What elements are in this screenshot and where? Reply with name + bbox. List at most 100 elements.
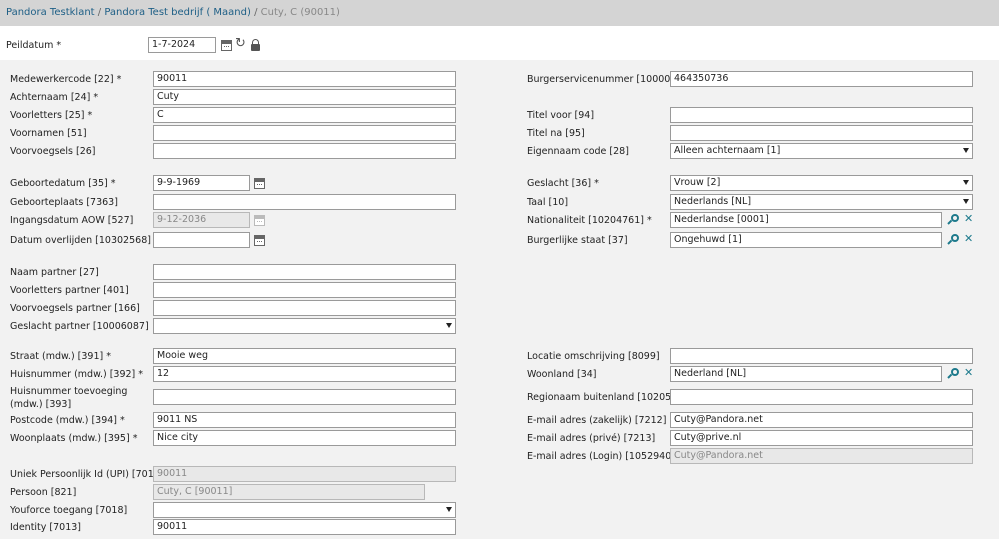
huisnummer-toevoeging-label: Huisnummer toevoeging (mdw.) [393] bbox=[10, 386, 128, 410]
search-icon[interactable] bbox=[947, 214, 959, 226]
straat-label: Straat (mdw.) [391] * bbox=[10, 351, 111, 362]
lock-icon[interactable] bbox=[251, 39, 260, 51]
email-prive-label: E-mail adres (privé) [7213] bbox=[527, 433, 656, 444]
upi-input: 90011 bbox=[153, 466, 456, 482]
eigennaam-code-label: Eigennaam code [28] bbox=[527, 146, 629, 157]
ingangsdatum-aow-label: Ingangsdatum AOW [527] bbox=[10, 215, 134, 226]
geslacht-label: Geslacht [36] * bbox=[527, 178, 599, 189]
breadcrumb-link-client[interactable]: Pandora Testklant bbox=[6, 7, 95, 18]
voorvoegsels-input[interactable] bbox=[153, 143, 456, 159]
persoon-label: Persoon [821] bbox=[10, 487, 77, 498]
calendar-icon[interactable] bbox=[254, 235, 265, 246]
breadcrumb-separator: / bbox=[94, 7, 105, 18]
eigennaam-code-select[interactable]: Alleen achternaam [1] bbox=[670, 143, 973, 159]
upi-label: Uniek Persoonlijk Id (UPI) [7014] bbox=[10, 469, 164, 480]
voorvoegsels-partner-input[interactable] bbox=[153, 300, 456, 316]
geboortedatum-label: Geboortedatum [35] * bbox=[10, 178, 116, 189]
breadcrumb: Pandora Testklant / Pandora Test bedrijf… bbox=[0, 0, 999, 26]
regionaam-buitenland-input[interactable] bbox=[670, 389, 973, 405]
postcode-label: Postcode (mdw.) [394] * bbox=[10, 415, 125, 426]
calendar-icon bbox=[254, 215, 265, 226]
email-zakelijk-label: E-mail adres (zakelijk) [7212] bbox=[527, 415, 667, 426]
email-prive-input[interactable]: Cuty@prive.nl bbox=[670, 430, 973, 446]
taal-select[interactable]: Nederlands [NL] bbox=[670, 194, 973, 210]
voorvoegsels-partner-label: Voorvoegsels partner [166] bbox=[10, 303, 140, 314]
voorletters-label: Voorletters [25] * bbox=[10, 110, 93, 121]
regionaam-buitenland-label: Regionaam buitenland [10205283] bbox=[527, 392, 694, 403]
voorletters-partner-label: Voorletters partner [401] bbox=[10, 285, 129, 296]
geslacht-partner-label: Geslacht partner [10006087] bbox=[10, 321, 149, 332]
huisnummer-toevoeging-input[interactable] bbox=[153, 389, 456, 405]
breadcrumb-separator: / bbox=[250, 7, 261, 18]
taal-value: Nederlands [NL] bbox=[674, 196, 752, 207]
achternaam-input[interactable]: Cuty bbox=[153, 89, 456, 105]
titel-na-input[interactable] bbox=[670, 125, 973, 141]
postcode-input[interactable]: 9011 NS bbox=[153, 412, 456, 428]
bsn-input[interactable]: 464350736 bbox=[670, 71, 973, 87]
nationaliteit-label: Nationaliteit [10204761] * bbox=[527, 215, 652, 226]
geboortedatum-input[interactable]: 9-9-1969 bbox=[153, 175, 250, 191]
geboorteplaats-input[interactable] bbox=[153, 194, 456, 210]
nationaliteit-input[interactable]: Nederlandse [0001] bbox=[670, 212, 942, 228]
locatie-omschrijving-input[interactable] bbox=[670, 348, 973, 364]
chevron-down-icon bbox=[446, 507, 452, 512]
chevron-down-icon bbox=[963, 148, 969, 153]
email-login-label: E-mail adres (Login) [10529406] bbox=[527, 451, 681, 462]
geslacht-select[interactable]: Vrouw [2] bbox=[670, 175, 973, 191]
woonland-label: Woonland [34] bbox=[527, 369, 597, 380]
burgerlijke-staat-label: Burgerlijke staat [37] bbox=[527, 235, 628, 246]
youforce-label: Youforce toegang [7018] bbox=[10, 505, 128, 516]
voorvoegsels-label: Voorvoegsels [26] bbox=[10, 146, 96, 157]
email-login-input: Cuty@Pandora.net bbox=[670, 448, 973, 464]
voorletters-input[interactable]: C bbox=[153, 107, 456, 123]
straat-input[interactable]: Mooie weg bbox=[153, 348, 456, 364]
datum-overlijden-label: Datum overlijden [10302568] bbox=[10, 235, 151, 246]
titel-voor-label: Titel voor [94] bbox=[527, 110, 595, 121]
titel-na-label: Titel na [95] bbox=[527, 128, 585, 139]
titel-voor-input[interactable] bbox=[670, 107, 973, 123]
eigennaam-code-value: Alleen achternaam [1] bbox=[674, 145, 781, 156]
breadcrumb-link-company[interactable]: Pandora Test bedrijf ( Maand) bbox=[104, 7, 251, 18]
persoon-input: Cuty, C [90011] bbox=[153, 484, 425, 500]
geboorteplaats-label: Geboorteplaats [7363] bbox=[10, 197, 118, 208]
close-icon[interactable]: ✕ bbox=[964, 367, 973, 379]
chevron-down-icon bbox=[963, 199, 969, 204]
bsn-label: Burgerservicenummer [10000018] bbox=[527, 74, 693, 85]
undo-icon[interactable]: ↻ bbox=[235, 37, 246, 50]
search-icon[interactable] bbox=[947, 234, 959, 246]
close-icon[interactable]: ✕ bbox=[964, 213, 973, 225]
voornamen-label: Voornamen [51] bbox=[10, 128, 87, 139]
peildatum-bar: Peildatum * 1-7-2024 ↻ bbox=[0, 26, 999, 60]
datum-overlijden-input[interactable] bbox=[153, 232, 250, 248]
identity-label: Identity [7013] bbox=[10, 522, 82, 533]
naam-partner-input[interactable] bbox=[153, 264, 456, 280]
close-icon[interactable]: ✕ bbox=[964, 233, 973, 245]
woonplaats-label: Woonplaats (mdw.) [395] * bbox=[10, 433, 138, 444]
naam-partner-label: Naam partner [27] bbox=[10, 267, 99, 278]
youforce-select[interactable] bbox=[153, 502, 456, 518]
voorletters-partner-input[interactable] bbox=[153, 282, 456, 298]
huisnummer-input[interactable]: 12 bbox=[153, 366, 456, 382]
breadcrumb-current: Cuty, C (90011) bbox=[260, 7, 340, 18]
calendar-icon[interactable] bbox=[221, 40, 232, 51]
medewerkercode-label: Medewerkercode [22] * bbox=[10, 74, 122, 85]
identity-input[interactable]: 90011 bbox=[153, 519, 456, 535]
ingangsdatum-aow-input: 9-12-2036 bbox=[153, 212, 250, 228]
calendar-icon[interactable] bbox=[254, 178, 265, 189]
burgerlijke-staat-input[interactable]: Ongehuwd [1] bbox=[670, 232, 942, 248]
geslacht-partner-select[interactable] bbox=[153, 318, 456, 334]
search-icon[interactable] bbox=[947, 368, 959, 380]
voornamen-input[interactable] bbox=[153, 125, 456, 141]
woonland-input[interactable]: Nederland [NL] bbox=[670, 366, 942, 382]
geslacht-value: Vrouw [2] bbox=[674, 177, 721, 188]
peildatum-input[interactable]: 1-7-2024 bbox=[148, 37, 216, 53]
locatie-omschrijving-label: Locatie omschrijving [8099] bbox=[527, 351, 660, 362]
huisnummer-label: Huisnummer (mdw.) [392] * bbox=[10, 369, 144, 380]
taal-label: Taal [10] bbox=[527, 197, 569, 208]
chevron-down-icon bbox=[446, 323, 452, 328]
medewerkercode-input[interactable]: 90011 bbox=[153, 71, 456, 87]
chevron-down-icon bbox=[963, 180, 969, 185]
woonplaats-input[interactable]: Nice city bbox=[153, 430, 456, 446]
email-zakelijk-input[interactable]: Cuty@Pandora.net bbox=[670, 412, 973, 428]
achternaam-label: Achternaam [24] * bbox=[10, 92, 99, 103]
